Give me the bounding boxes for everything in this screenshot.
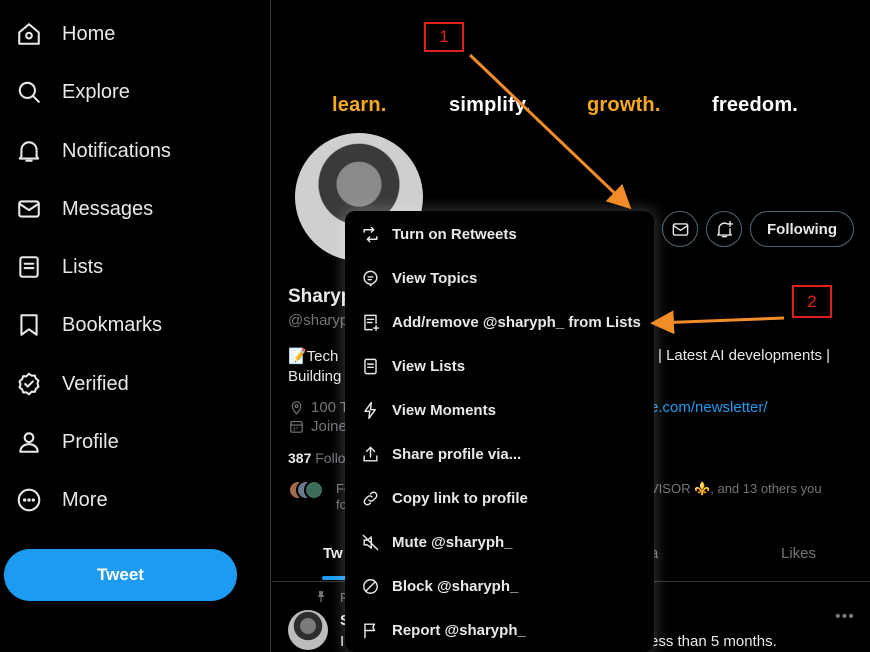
- notify-button[interactable]: [706, 211, 742, 247]
- sidebar-item-label: Messages: [62, 197, 154, 220]
- sidebar-item-label: Notifications: [62, 139, 171, 162]
- sidebar-item-more[interactable]: More: [16, 480, 108, 520]
- bell-icon: [18, 141, 40, 162]
- following-count-label: Follo: [315, 450, 346, 466]
- menu-item-mute[interactable]: Mute @sharyph_: [345, 520, 654, 564]
- flag-icon: [364, 622, 376, 638]
- following-button[interactable]: Following: [750, 211, 854, 247]
- sidebar-item-notifications[interactable]: Notifications: [16, 131, 171, 171]
- sidebar-item-label: Bookmarks: [62, 313, 163, 336]
- tweet-button[interactable]: Tweet: [4, 549, 237, 601]
- share-icon: [363, 446, 378, 462]
- sidebar-item-label: Home: [62, 22, 116, 45]
- menu-item-label: Mute @sharyph_: [392, 533, 513, 551]
- sidebar-item-explore[interactable]: Explore: [16, 72, 130, 112]
- menu-item-label: Share profile via...: [392, 445, 522, 463]
- sidebar-nav: Home Explore Notifications Messages List…: [0, 0, 271, 652]
- following-count[interactable]: 387 Follo: [288, 450, 346, 466]
- envelope-icon: [18, 200, 40, 218]
- home-icon: [18, 23, 40, 45]
- banner-word-growth: growth.: [587, 94, 661, 116]
- sidebar-item-lists[interactable]: Lists: [16, 247, 103, 287]
- profile-handle: @sharyp: [288, 312, 349, 329]
- tweet-text: ess than 5 months.: [650, 633, 777, 650]
- sidebar-item-label: Explore: [62, 80, 130, 103]
- calendar-icon: [290, 420, 303, 433]
- list-icon: [364, 358, 377, 374]
- sidebar-item-bookmarks[interactable]: Bookmarks: [16, 305, 162, 345]
- menu-item-label: Copy link to profile: [392, 489, 528, 507]
- menu-item-share-profile[interactable]: Share profile via...: [345, 432, 654, 476]
- profile-bio-line2: Building: [288, 368, 342, 385]
- tab-likes[interactable]: Likes: [781, 545, 816, 562]
- list-add-icon: [364, 314, 380, 331]
- menu-item-label: Block @sharyph_: [392, 577, 519, 595]
- sidebar-item-label: Lists: [62, 255, 104, 278]
- list-icon: [19, 256, 39, 278]
- menu-item-label: View Lists: [392, 357, 466, 375]
- avatar: [304, 480, 324, 500]
- verified-badge-icon: [18, 372, 40, 396]
- tweet-more-icon[interactable]: •••: [835, 608, 855, 626]
- profile-location-text: 100 T: [311, 399, 350, 416]
- bookmark-icon: [20, 314, 38, 336]
- link-icon: [363, 491, 378, 505]
- lightning-icon: [364, 401, 376, 419]
- envelope-icon: [672, 222, 688, 236]
- menu-item-block[interactable]: Block @sharyph_: [345, 564, 654, 608]
- menu-item-label: Add/remove @sharyph_ from Lists: [392, 313, 641, 331]
- menu-item-view-topics[interactable]: View Topics: [345, 256, 654, 300]
- profile-joined: Joine: [288, 418, 347, 435]
- profile-name: Sharyp: [288, 286, 353, 307]
- profile-bio-line1: 📝Tech: [288, 348, 339, 365]
- sidebar-item-label: Profile: [62, 430, 119, 453]
- banner-word-learn: learn.: [332, 94, 387, 116]
- menu-item-add-remove-lists[interactable]: Add/remove @sharyph_ from Lists: [345, 300, 654, 344]
- menu-item-label: View Topics: [392, 269, 478, 287]
- annotation-step-2: 2: [792, 285, 832, 318]
- mute-icon: [362, 534, 379, 550]
- menu-item-label: Turn on Retweets: [392, 225, 517, 243]
- following-count-number: 387: [288, 450, 312, 466]
- retweet-icon: [363, 226, 378, 242]
- menu-item-label: Report @sharyph_: [392, 621, 526, 639]
- profile-joined-text: Joine: [311, 418, 347, 435]
- bell-plus-icon: [716, 220, 733, 237]
- profile-more-menu: Turn on Retweets View Topics Add/remove …: [345, 211, 654, 652]
- banner-word-simplify: simplify.: [449, 94, 531, 116]
- followers-you-know-avatars[interactable]: [288, 480, 324, 500]
- topics-icon: [363, 270, 378, 286]
- sidebar-item-home[interactable]: Home: [16, 14, 115, 54]
- followed-by-text[interactable]: VISOR ⚜️, and 13 others you: [650, 481, 822, 497]
- sidebar-item-label: More: [62, 488, 108, 511]
- more-circle-icon: [17, 488, 41, 512]
- pin-icon: [317, 591, 325, 603]
- sidebar-item-messages[interactable]: Messages: [16, 189, 153, 229]
- menu-item-copy-link[interactable]: Copy link to profile: [345, 476, 654, 520]
- profile-bio-right: | Latest AI developments |: [658, 347, 831, 364]
- message-button[interactable]: [662, 211, 698, 247]
- tweet-avatar[interactable]: [288, 610, 328, 650]
- menu-item-label: View Moments: [392, 401, 496, 419]
- profile-location: 100 T: [288, 399, 349, 416]
- search-icon: [18, 81, 40, 103]
- menu-item-view-lists[interactable]: View Lists: [345, 344, 654, 388]
- person-icon: [19, 432, 39, 453]
- annotation-step-1: 1: [424, 22, 464, 52]
- sidebar-item-label: Verified: [62, 372, 129, 395]
- profile-website-link[interactable]: e.com/newsletter/: [650, 399, 768, 416]
- sidebar-item-profile[interactable]: Profile: [16, 422, 119, 462]
- tweet-text-start: I: [340, 633, 345, 650]
- banner-word-freedom: freedom.: [712, 94, 799, 116]
- sidebar-item-verified[interactable]: Verified: [16, 364, 129, 404]
- tab-tweets[interactable]: Tw: [323, 545, 343, 562]
- menu-item-view-moments[interactable]: View Moments: [345, 388, 654, 432]
- menu-item-report[interactable]: Report @sharyph_: [345, 608, 654, 652]
- menu-item-turn-on-retweets[interactable]: Turn on Retweets: [345, 212, 654, 256]
- block-icon: [363, 578, 378, 594]
- location-pin-icon: [291, 401, 302, 415]
